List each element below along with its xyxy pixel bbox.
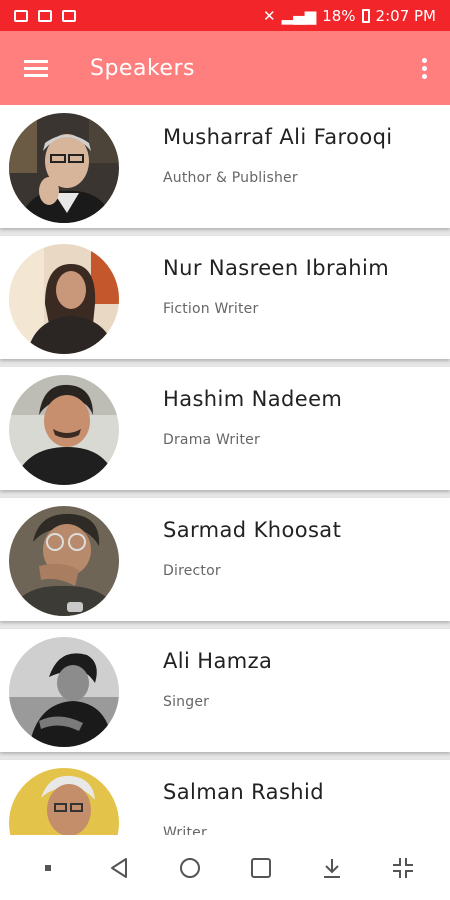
- home-icon[interactable]: [170, 848, 210, 888]
- notification-icons: [14, 9, 76, 22]
- speaker-card[interactable]: Hashim Nadeem Drama Writer: [0, 367, 450, 490]
- image-notification-icon: [14, 9, 28, 22]
- speaker-name: Ali Hamza: [163, 649, 273, 673]
- speaker-name: Sarmad Khoosat: [163, 518, 342, 542]
- speaker-role: Director: [163, 563, 221, 579]
- recents-icon[interactable]: [241, 848, 281, 888]
- speaker-name: Musharraf Ali Farooqi: [163, 125, 393, 149]
- clock: 2:07 PM: [375, 6, 436, 25]
- speaker-avatar: [9, 506, 119, 616]
- battery-percent: 18%: [322, 6, 356, 25]
- speaker-list[interactable]: Musharraf Ali Farooqi Author & Publisher…: [0, 105, 450, 835]
- speaker-name: Hashim Nadeem: [163, 387, 343, 411]
- speaker-card[interactable]: Sarmad Khoosat Director: [0, 498, 450, 621]
- speaker-role: Drama Writer: [163, 432, 260, 448]
- speaker-avatar: [9, 113, 119, 223]
- status-bar: ✕ ▂▄▆ 18% 2:07 PM: [0, 0, 450, 31]
- speaker-name: Nur Nasreen Ibrahim: [163, 256, 390, 280]
- file-notification-icon: [38, 9, 52, 22]
- system-nav-bar: [0, 835, 450, 900]
- battery-icon: [361, 8, 370, 23]
- system-icons: ✕ ▂▄▆ 18% 2:07 PM: [263, 7, 436, 25]
- dot-icon[interactable]: [28, 848, 68, 888]
- speaker-role: Fiction Writer: [163, 301, 259, 317]
- speaker-card[interactable]: Salman Rashid Writer: [0, 760, 450, 835]
- speaker-avatar: [9, 375, 119, 485]
- speaker-card[interactable]: Musharraf Ali Farooqi Author & Publisher: [0, 105, 450, 228]
- app-bar: Speakers: [0, 31, 450, 105]
- speaker-avatar: [9, 637, 119, 747]
- speaker-name: Salman Rashid: [163, 780, 324, 804]
- speaker-card[interactable]: Ali Hamza Singer: [0, 629, 450, 752]
- download-icon[interactable]: [312, 848, 352, 888]
- signal-icon: ▂▄▆: [281, 6, 317, 25]
- speaker-avatar: [9, 244, 119, 354]
- speaker-avatar: [9, 768, 119, 835]
- back-icon[interactable]: [99, 848, 139, 888]
- speaker-role: Singer: [163, 694, 210, 710]
- cast-notification-icon: [62, 9, 76, 22]
- minimize-icon[interactable]: [383, 848, 423, 888]
- speaker-card[interactable]: Nur Nasreen Ibrahim Fiction Writer: [0, 236, 450, 359]
- speaker-role: Author & Publisher: [163, 170, 298, 186]
- more-vert-icon[interactable]: [422, 58, 428, 80]
- mute-icon: ✕: [263, 6, 276, 25]
- page-title: Speakers: [90, 55, 195, 81]
- hamburger-menu-icon[interactable]: [24, 59, 48, 77]
- speaker-role: Writer: [163, 825, 207, 835]
